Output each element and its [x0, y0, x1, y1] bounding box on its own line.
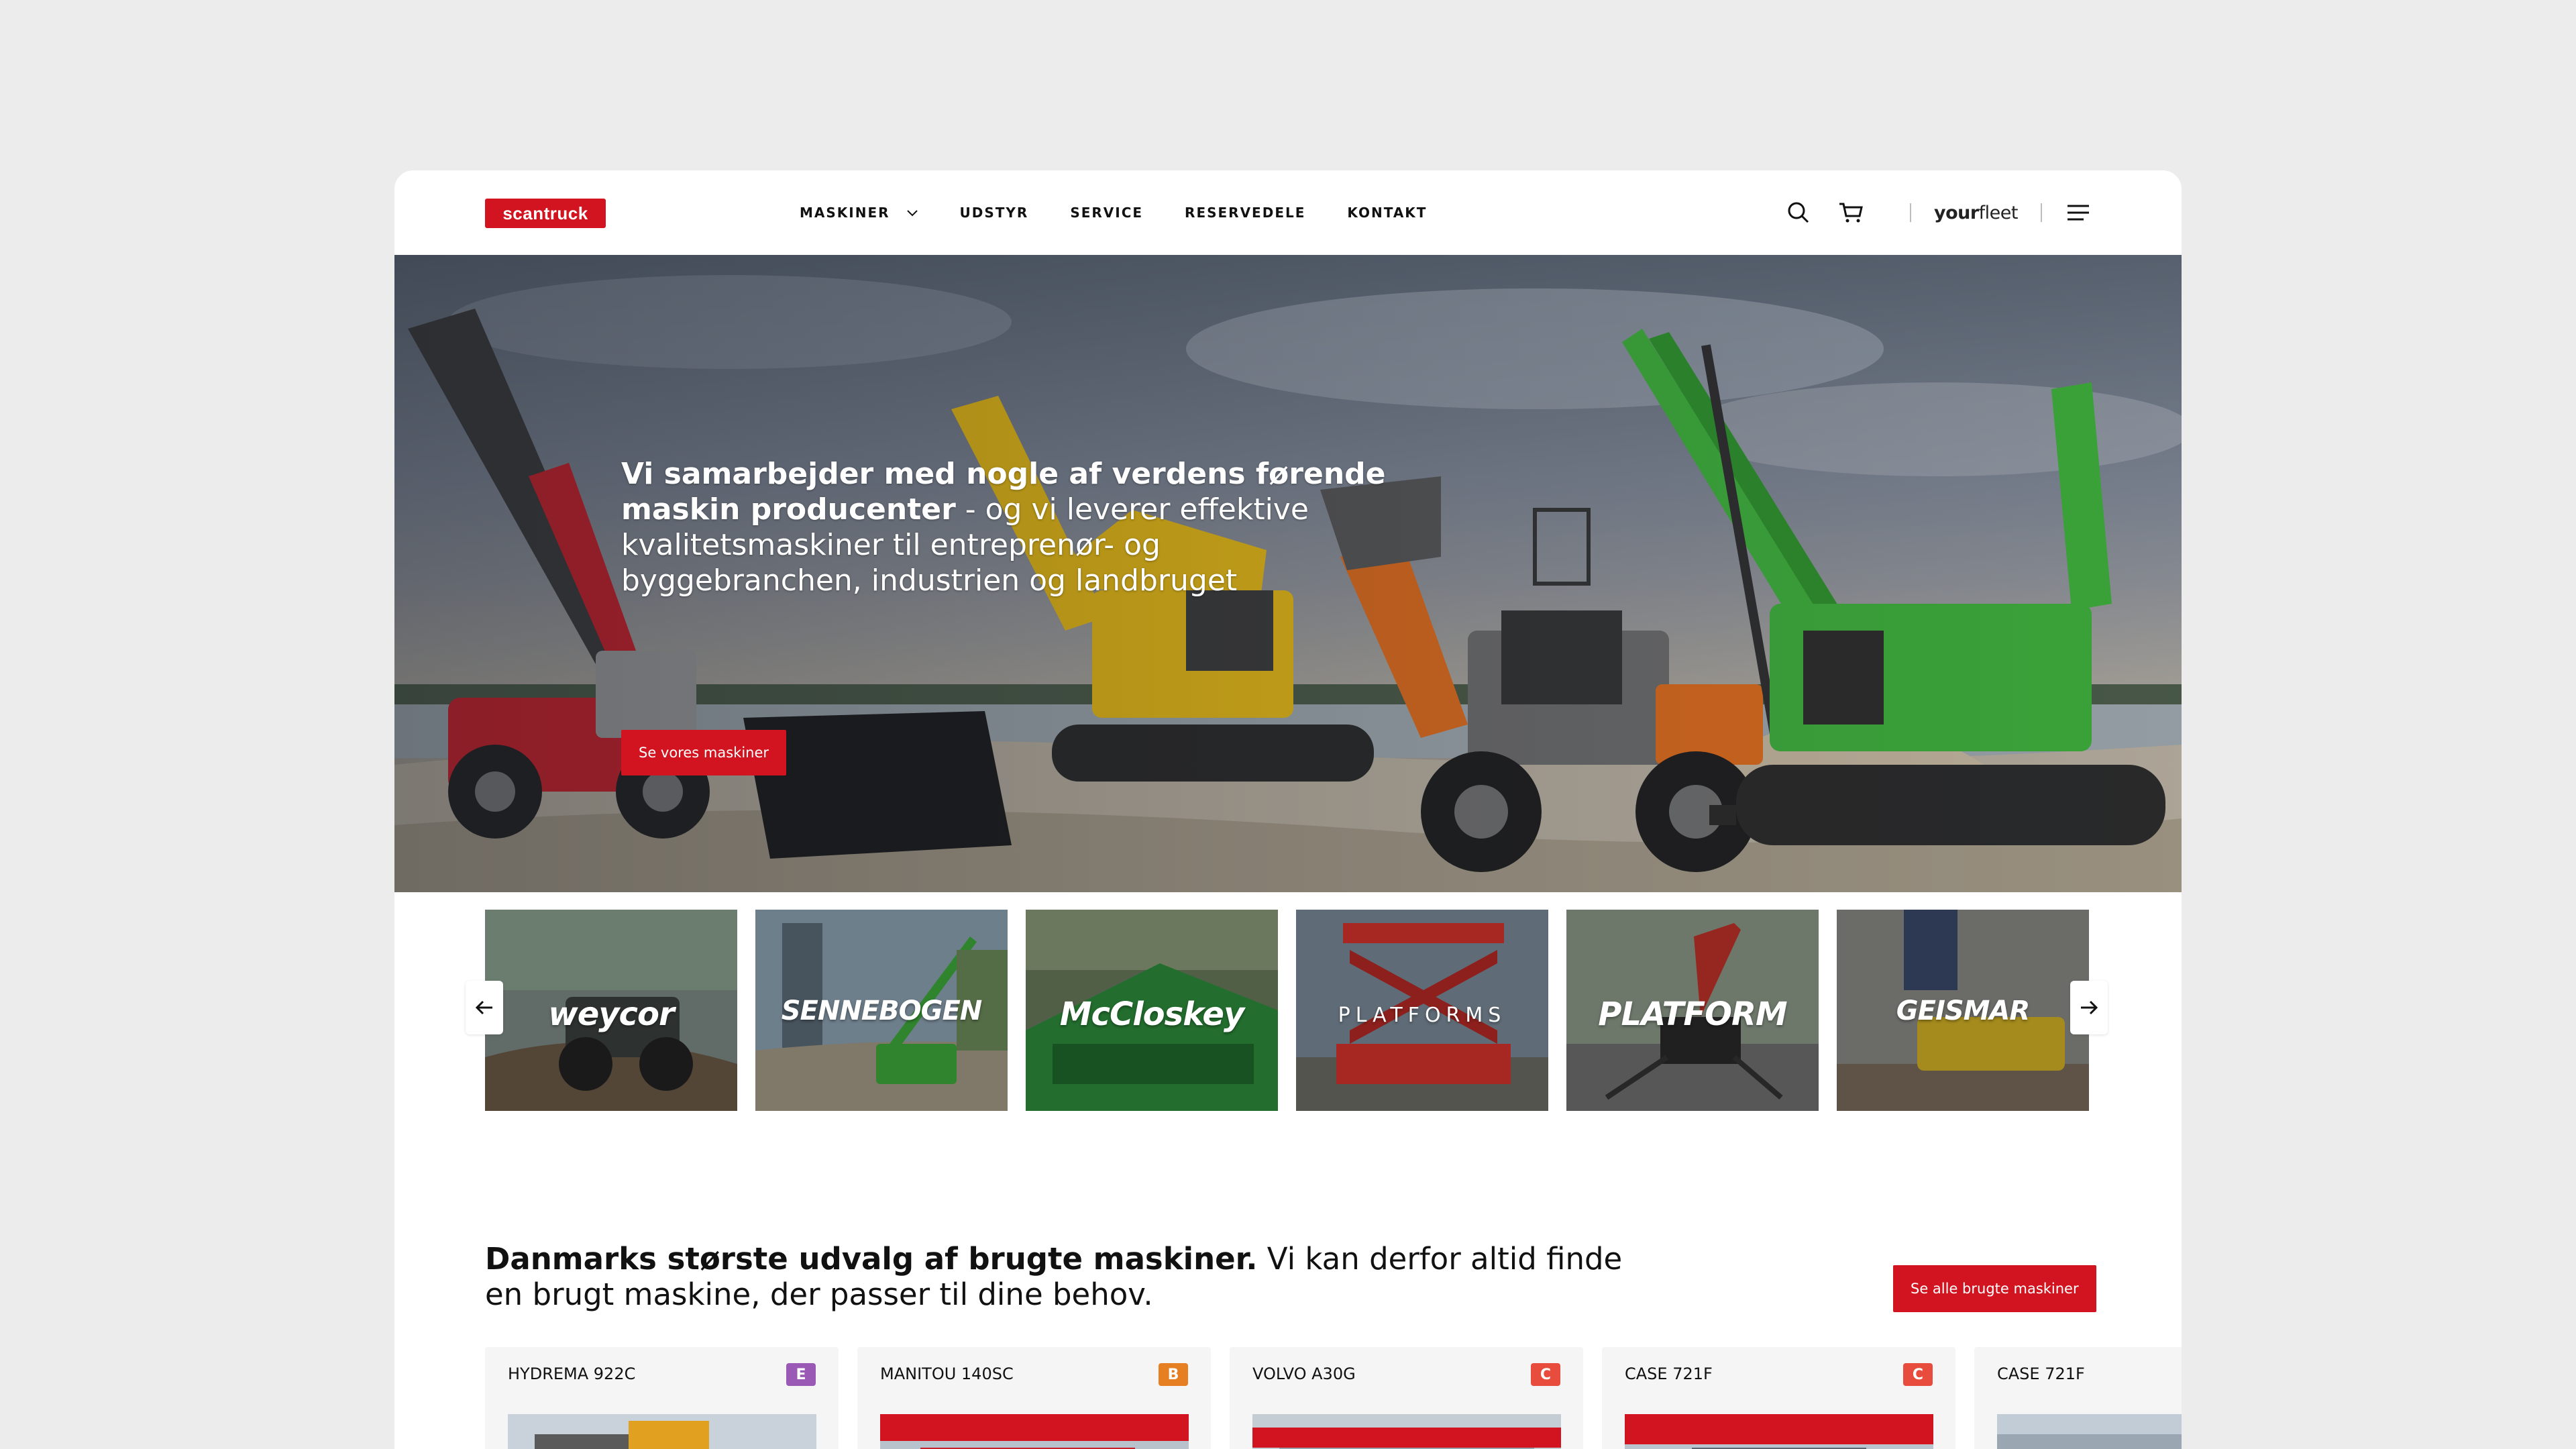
machine-title: MANITOU 140SC [880, 1364, 1014, 1383]
brand-carousel: weycor SENNEBOGEN McCloskey PLATFORMS PL… [485, 910, 2091, 1111]
brand-name: GEISMAR [1896, 996, 2030, 1026]
nav-udstyr[interactable]: UDSTYR [960, 205, 1029, 221]
machine-photo [1252, 1414, 1561, 1449]
machine-title: CASE 721F [1997, 1364, 2085, 1383]
energy-badge: C [1531, 1363, 1560, 1386]
brand-name: PLATFORMS [1338, 1004, 1507, 1027]
machine-photo [1625, 1414, 1933, 1449]
brand-name: McCloskey [1059, 996, 1245, 1033]
carousel-next-button[interactable] [2070, 981, 2108, 1034]
machine-card[interactable]: CASE 721F [1974, 1347, 2182, 1449]
machine-card[interactable]: MANITOU 140SC B [857, 1347, 1211, 1449]
browser-window: scantruck MASKINER UDSTYR SERVICE RESERV… [394, 170, 2182, 1449]
machine-card[interactable]: HYDREMA 922C E [485, 1347, 839, 1449]
brand-card-weycor[interactable]: weycor [485, 910, 737, 1111]
chevron-down-icon [906, 210, 918, 217]
used-machines-heading: Danmarks største udvalg af brugte maskin… [485, 1241, 1652, 1312]
nav-maskiner[interactable]: MASKINER [800, 205, 918, 221]
see-machines-button[interactable]: Se vores maskiner [621, 730, 787, 775]
brand-name: PLATFORM [1598, 996, 1787, 1033]
nav-kontakt[interactable]: KONTAKT [1347, 205, 1427, 221]
site-header: scantruck MASKINER UDSTYR SERVICE RESERV… [394, 170, 2182, 255]
machine-photo [1997, 1414, 2182, 1449]
hero-banner: Vi samarbejder med nogle af verdens føre… [394, 255, 2182, 892]
menu-icon[interactable] [2065, 199, 2092, 226]
brand-name: SENNEBOGEN [781, 996, 983, 1026]
carousel-prev-button[interactable] [466, 981, 503, 1034]
machine-photo [508, 1414, 816, 1449]
machine-card[interactable]: VOLVO A30G C [1230, 1347, 1583, 1449]
machine-title: CASE 721F [1625, 1364, 1713, 1383]
header-actions: yourfleet [1785, 170, 2182, 255]
machine-photo [880, 1414, 1189, 1449]
see-all-used-button[interactable]: Se alle brugte maskiner [1893, 1265, 2096, 1312]
energy-badge: B [1159, 1363, 1188, 1386]
brand-card-sennebogen[interactable]: SENNEBOGEN [755, 910, 1008, 1111]
brand-card-geismar[interactable]: GEISMAR [1837, 910, 2089, 1111]
yourfleet-link[interactable]: yourfleet [1933, 202, 2019, 223]
search-icon[interactable] [1785, 199, 1812, 226]
brand-card-platforms[interactable]: PLATFORMS [1296, 910, 1548, 1111]
yourfleet-bold: your [1933, 202, 1979, 223]
nav-maskiner-label: MASKINER [800, 205, 890, 221]
used-heading-bold: Danmarks største udvalg af brugte maskin… [485, 1241, 1258, 1277]
energy-badge: C [1903, 1363, 1933, 1386]
machine-title: HYDREMA 922C [508, 1364, 636, 1383]
hero-headline: Vi samarbejder med nogle af verdens føre… [621, 456, 1386, 598]
yourfleet-light: fleet [1978, 202, 2019, 223]
energy-badge: E [786, 1363, 816, 1386]
arrow-right-icon [2081, 1000, 2098, 1015]
header-divider [1909, 203, 1911, 222]
arrow-left-icon [475, 1000, 492, 1015]
brand-name: weycor [548, 996, 674, 1033]
machine-title: VOLVO A30G [1252, 1364, 1356, 1383]
cart-icon[interactable] [1837, 199, 1864, 226]
brand-card-mccloskey[interactable]: McCloskey [1026, 910, 1278, 1111]
machine-card[interactable]: CASE 721F C [1602, 1347, 1955, 1449]
header-divider [2041, 203, 2042, 222]
main-nav: MASKINER UDSTYR SERVICE RESERVEDELE KONT… [800, 170, 1468, 255]
brand-card-platform-basket[interactable]: PLATFORM [1566, 910, 1819, 1111]
nav-reservedele[interactable]: RESERVEDELE [1185, 205, 1305, 221]
scantruck-logo[interactable]: scantruck [485, 199, 606, 228]
nav-service[interactable]: SERVICE [1070, 205, 1143, 221]
